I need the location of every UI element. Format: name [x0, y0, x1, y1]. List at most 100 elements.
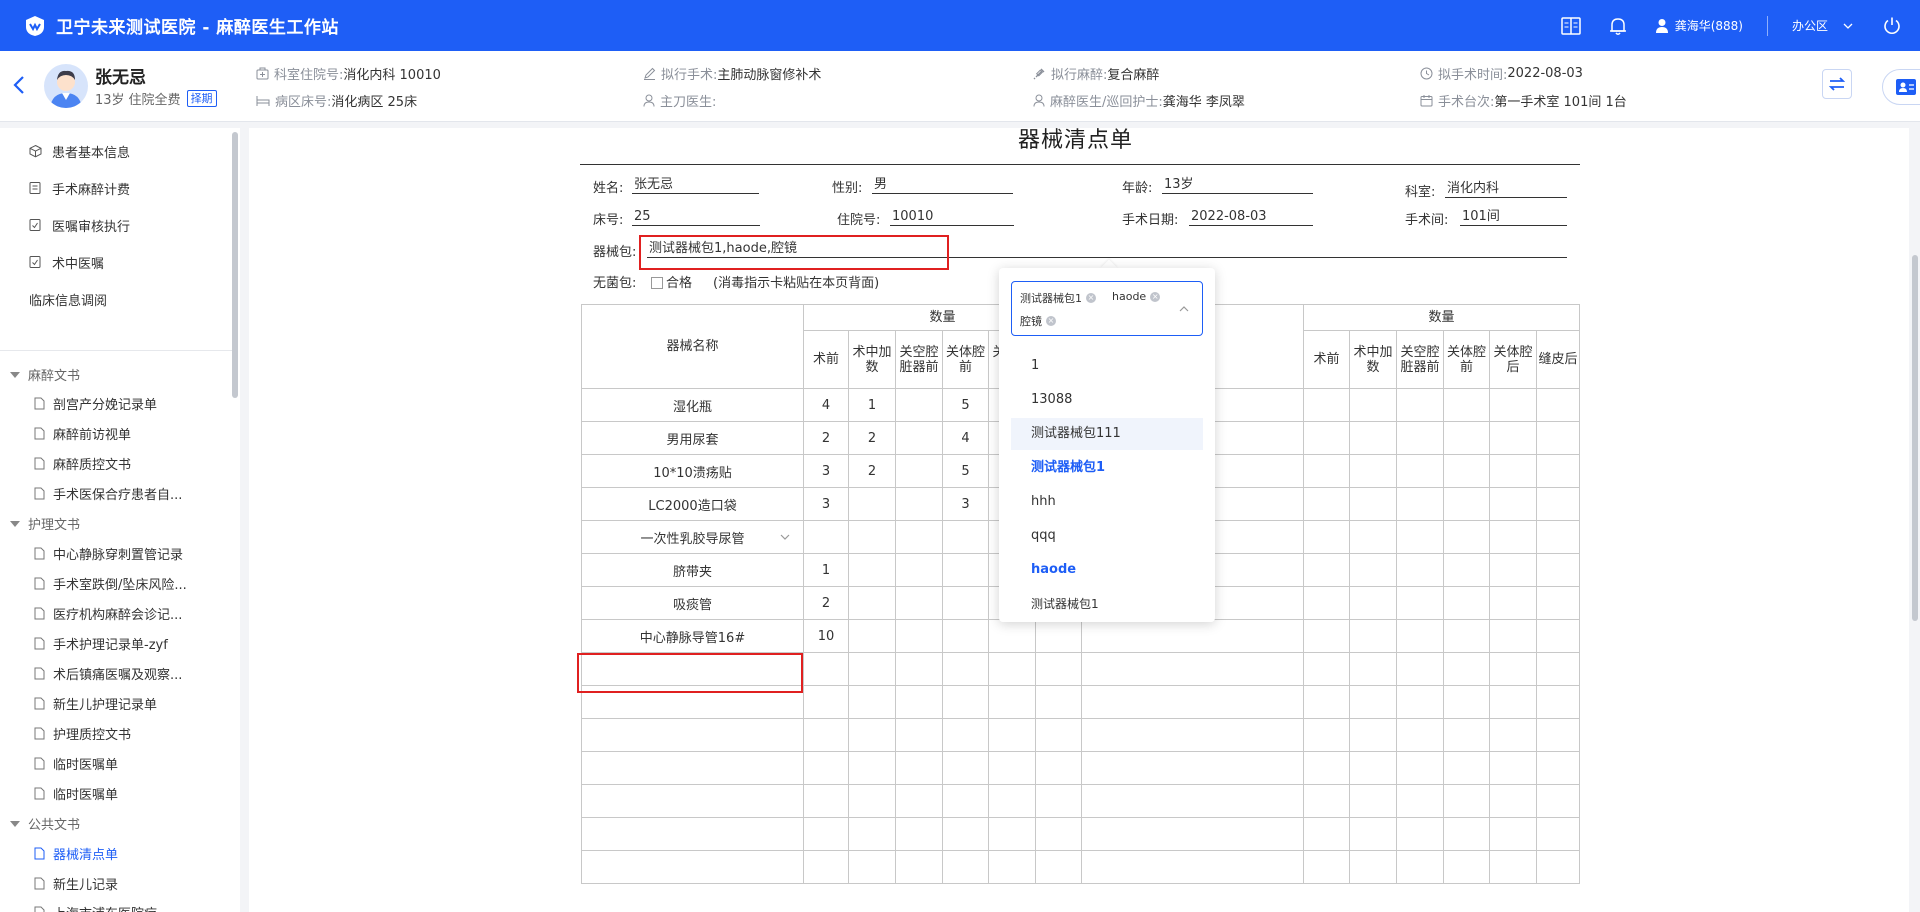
caret-down-icon: [10, 820, 20, 827]
doc-item[interactable]: 手术护理记录单-zyf: [34, 634, 168, 653]
cube-icon: [29, 144, 42, 158]
file-icon: [34, 697, 45, 710]
header-instrument-name: 器械名称: [581, 304, 804, 389]
table-row[interactable]: 中心静脉导管16# 10: [581, 619, 1581, 653]
top-divider: [1766, 15, 1768, 36]
swap-icon: [1828, 77, 1846, 91]
file-icon: [34, 877, 45, 890]
doc-item-instrument-count[interactable]: 器械清点单: [34, 844, 118, 863]
patient-meta: 13岁 住院全费 择期: [95, 89, 217, 108]
doc-item[interactable]: 术后镇痛医嘱及观察...: [34, 664, 182, 683]
patient-age: 13岁: [95, 93, 125, 108]
table-row-empty[interactable]: [581, 850, 1581, 884]
table-row-empty[interactable]: [581, 784, 1581, 818]
sidebar-scrollbar[interactable]: [232, 132, 238, 398]
age-field[interactable]: 13岁: [1162, 176, 1313, 194]
person-icon: [643, 94, 655, 107]
doc-item[interactable]: 剖宫产分娩记录单: [34, 394, 157, 413]
book-icon[interactable]: [1560, 16, 1581, 35]
table-row-empty[interactable]: [581, 817, 1581, 851]
file-icon: [34, 547, 45, 560]
planned-anesthesia-value: 复合麻醉: [1107, 68, 1160, 83]
doc-item[interactable]: 新生儿护理记录单: [34, 694, 157, 713]
dropdown-option[interactable]: qqq: [1011, 520, 1203, 552]
doc-item[interactable]: 新生儿记录: [34, 874, 118, 893]
info-planned-surgery: 拟行手术: 主肺动脉窗修补术: [643, 64, 821, 83]
ward-bed-value: 消化病区 25床: [331, 95, 418, 110]
sidebar-divider: [0, 350, 232, 351]
file-icon: [34, 487, 45, 500]
power-icon[interactable]: [1882, 16, 1902, 36]
info-planned-anesthesia: 拟行麻醉: 复合麻醉: [1033, 64, 1159, 83]
multi-select-input[interactable]: 测试器械包1 × haode × 腔镜 ×: [1011, 281, 1203, 336]
chevron-down-icon: [780, 534, 790, 540]
office-switch[interactable]: 办公区: [1792, 17, 1854, 34]
tag-close-icon[interactable]: ×: [1046, 316, 1056, 326]
bed-icon: [256, 96, 270, 106]
nav-order-review[interactable]: 医嘱审核执行: [0, 210, 232, 240]
doc-item[interactable]: 麻醉前访视单: [34, 424, 131, 443]
table-row-empty[interactable]: [581, 718, 1581, 752]
bell-icon[interactable]: [1609, 16, 1627, 36]
tag-close-icon[interactable]: ×: [1150, 291, 1161, 302]
patient-card-button[interactable]: [1882, 69, 1920, 105]
nav-clinical-info[interactable]: 临床信息调阅: [0, 284, 232, 314]
dept-inpatient-value: 消化内科 10010: [343, 68, 441, 83]
dropdown-option[interactable]: 测试器械包111: [1011, 418, 1203, 450]
bed-field[interactable]: 25: [632, 208, 760, 226]
chevron-down-icon: [1843, 23, 1853, 29]
file-icon: [34, 427, 45, 440]
file-icon: [34, 577, 45, 590]
dropdown-option[interactable]: hhh: [1011, 486, 1203, 518]
nav-patient-info[interactable]: 患者基本信息: [0, 136, 232, 166]
doc-item[interactable]: 手术室跌倒/坠床风险...: [34, 574, 187, 593]
doc-item[interactable]: 临时医嘱单: [34, 754, 118, 773]
highlight-box-pack: [639, 235, 949, 270]
dropdown-option[interactable]: 测试器械包1: [1011, 588, 1203, 620]
info-planned-time: 拟手术时间: 2022-08-03: [1420, 64, 1583, 83]
user-menu[interactable]: 龚海华(888): [1655, 17, 1743, 34]
checkbox-icon: [651, 277, 663, 289]
inpatient-field[interactable]: 10010: [890, 208, 1014, 226]
section-public-docs[interactable]: 公共文书: [10, 814, 80, 833]
dept-field[interactable]: 消化内科: [1445, 180, 1567, 198]
title-rule: [580, 164, 1580, 165]
doc-item[interactable]: 医疗机构麻醉会诊记...: [34, 604, 182, 623]
op-room-field[interactable]: 101间: [1460, 208, 1567, 226]
dropdown-option[interactable]: 13088: [1011, 384, 1203, 416]
doc-item[interactable]: 护理质控文书: [34, 724, 131, 743]
info-dept-inpatient: 科室住院号: 消化内科 10010: [256, 64, 441, 83]
doc-item[interactable]: 中心静脉穿刺置管记录: [34, 544, 183, 563]
instrument-select-cell[interactable]: 一次性乳胶导尿管: [581, 520, 804, 554]
tag-close-icon[interactable]: ×: [1086, 293, 1096, 303]
op-date-field[interactable]: 2022-08-03: [1189, 208, 1313, 226]
header-quantity-right: 数量: [1303, 304, 1581, 331]
nav-intraop-orders[interactable]: 术中医嘱: [0, 247, 232, 277]
main-scrollbar[interactable]: [1912, 255, 1918, 621]
chevron-up-icon[interactable]: [1178, 303, 1190, 315]
switch-patient-button[interactable]: [1822, 69, 1852, 99]
doc-item[interactable]: 上海市浦东医院疗...: [34, 903, 169, 912]
dropdown-option[interactable]: 1: [1011, 350, 1203, 382]
form-title: 器械清点单: [1018, 128, 1134, 153]
sex-field[interactable]: 男: [872, 176, 1013, 194]
doc-item[interactable]: 手术医保合疗患者自...: [34, 484, 182, 503]
clock-icon: [1420, 67, 1433, 80]
file-icon: [34, 787, 45, 800]
dropdown-option-selected[interactable]: haode: [1011, 554, 1203, 586]
name-field[interactable]: 张无忌: [632, 176, 759, 194]
hospital-icon: [256, 67, 269, 80]
app-logo-icon: [26, 15, 44, 36]
section-nursing-docs[interactable]: 护理文书: [10, 514, 80, 533]
table-row-empty[interactable]: [581, 751, 1581, 785]
nav-anesthesia-billing[interactable]: 手术麻醉计费: [0, 173, 232, 203]
top-bar: 卫宁未来测试医院 - 麻醉医生工作站 龚海华(888) 办公区: [0, 0, 1920, 51]
qualified-checkbox[interactable]: 合格: [651, 272, 692, 291]
user-icon: [1655, 18, 1668, 33]
pen-icon: [644, 67, 656, 80]
doc-item[interactable]: 麻醉质控文书: [34, 454, 131, 473]
back-arrow-icon[interactable]: [12, 75, 26, 95]
doc-item[interactable]: 临时医嘱单: [34, 784, 118, 803]
section-anesthesia-docs[interactable]: 麻醉文书: [10, 365, 80, 384]
dropdown-option-selected[interactable]: 测试器械包1: [1011, 452, 1203, 484]
